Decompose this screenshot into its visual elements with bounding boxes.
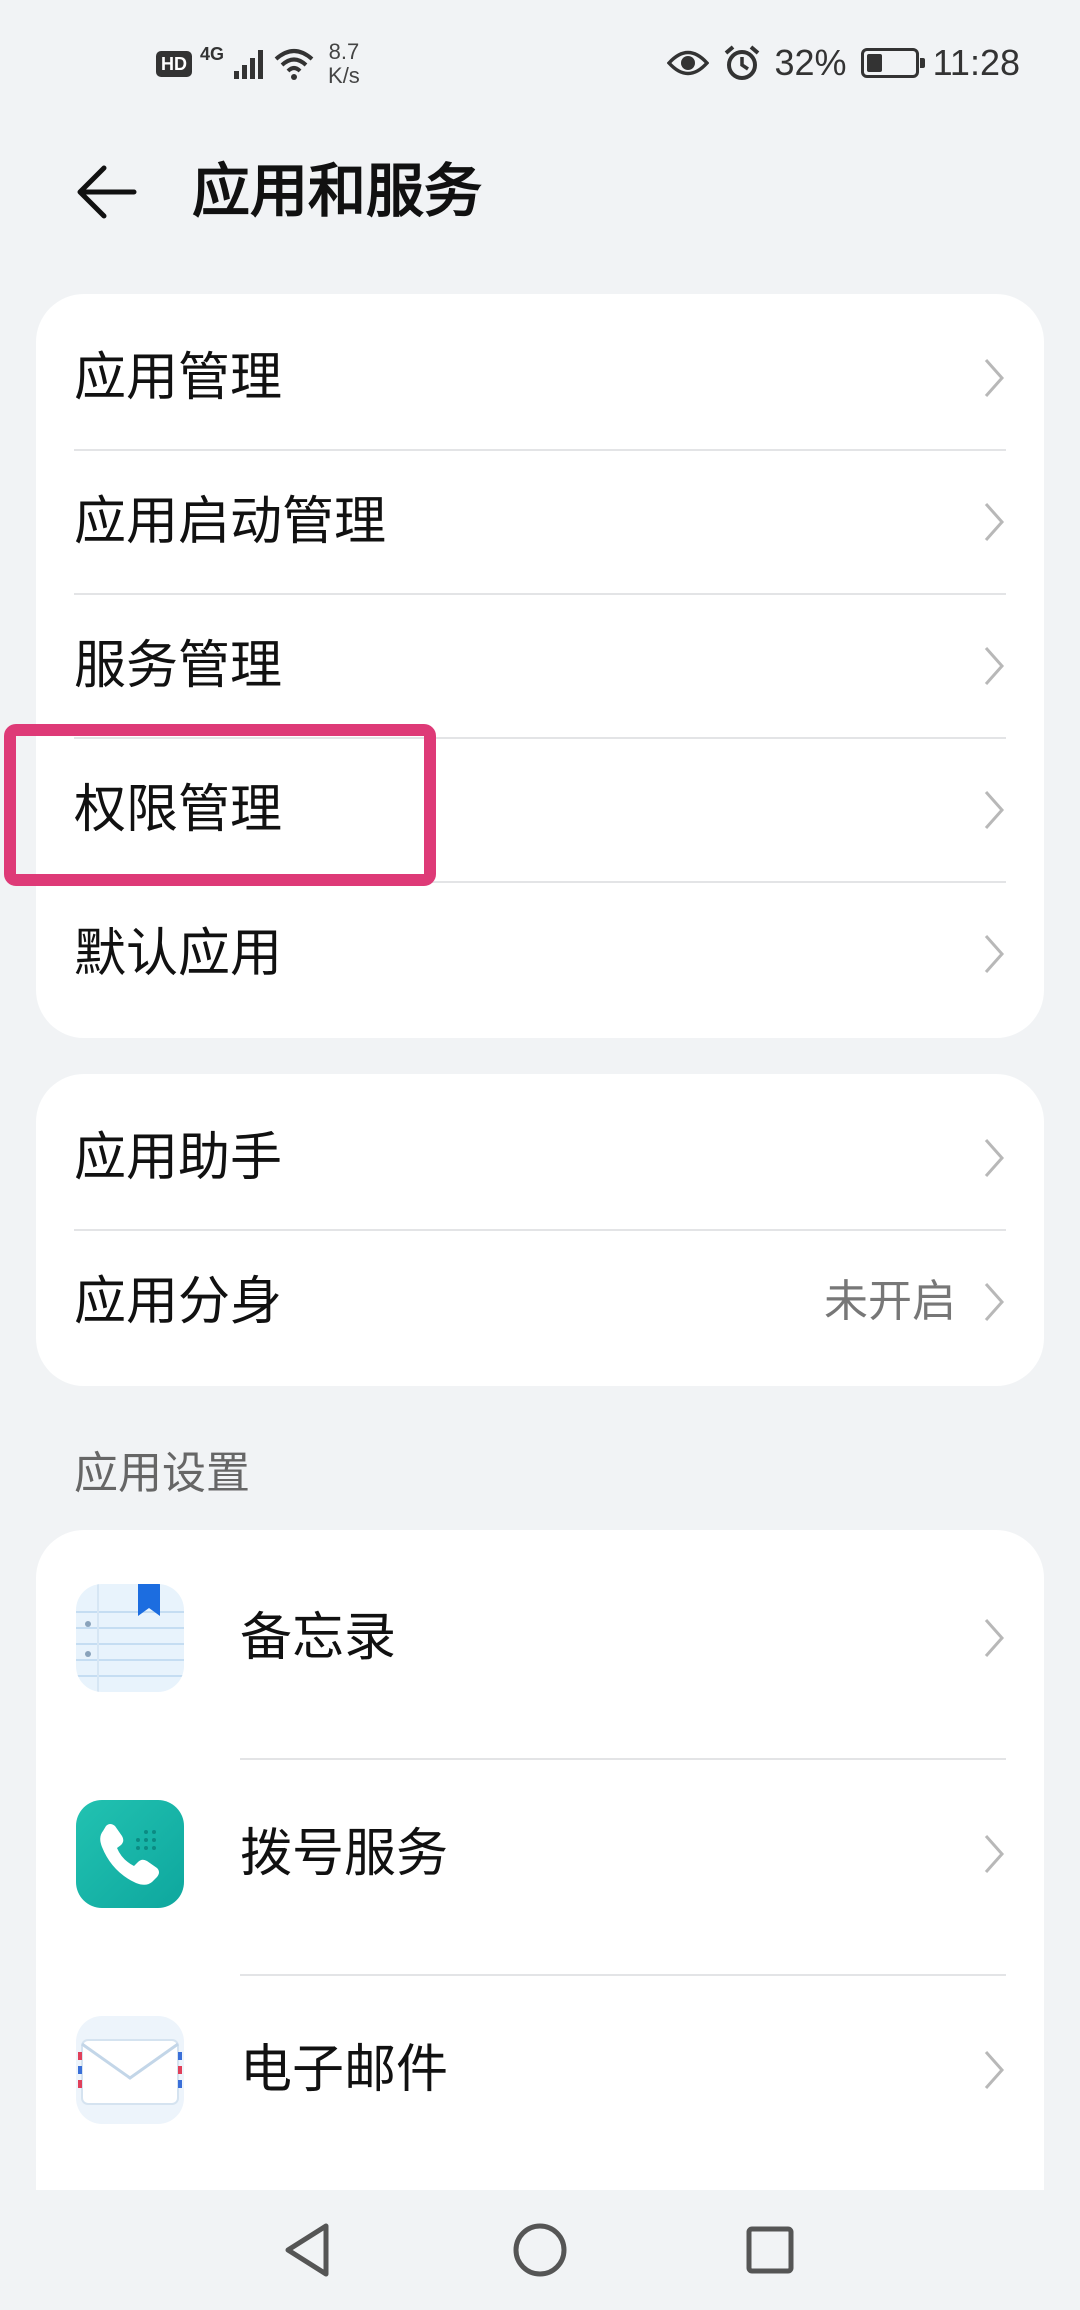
eye-icon — [666, 50, 709, 76]
mail-icon — [76, 2016, 184, 2124]
row-app-launch-management[interactable]: 应用启动管理 — [36, 450, 1044, 594]
page-title: 应用和服务 — [192, 157, 483, 225]
net-speed-value: 8.7 — [328, 39, 360, 64]
row-label: 服务管理 — [74, 636, 283, 696]
navigation-bar — [0, 2190, 1080, 2310]
app-settings-card: 备忘录 拨号服务 电子邮件 — [36, 1530, 1044, 2270]
section-title: 应用设置 — [74, 1448, 250, 1499]
phone-icon — [76, 1800, 184, 1908]
highlight-box — [4, 724, 436, 886]
row-label: 应用分身 — [74, 1272, 283, 1332]
circle-home-icon — [513, 2223, 567, 2277]
back-arrow-icon — [77, 165, 137, 219]
settings-card-1: 应用管理 应用启动管理 服务管理 权限管理 默认应用 — [36, 294, 1044, 1038]
nav-recents-button[interactable] — [730, 2210, 810, 2290]
row-label: 应用管理 — [74, 348, 283, 408]
row-label: 应用助手 — [74, 1128, 283, 1188]
row-default-apps[interactable]: 默认应用 — [36, 882, 1044, 1026]
chevron-right-icon — [984, 647, 1005, 685]
chevron-right-icon — [984, 791, 1005, 829]
net-speed-unit: K/s — [328, 63, 360, 88]
app-label: 拨号服务 — [240, 1824, 449, 1884]
chevron-right-icon — [984, 1139, 1005, 1177]
status-bar: HD 4G 8.7 K/s 32% 11:28 — [0, 0, 1080, 126]
row-label: 默认应用 — [74, 924, 283, 984]
row-service-management[interactable]: 服务管理 — [36, 594, 1044, 738]
row-app-management[interactable]: 应用管理 — [36, 306, 1044, 450]
clock: 11:28 — [932, 42, 1020, 83]
chevron-right-icon — [984, 503, 1005, 541]
notepad-icon — [76, 1584, 184, 1692]
row-value: 未开启 — [824, 1276, 956, 1327]
signal-icon — [234, 50, 264, 79]
chevron-right-icon — [984, 2051, 1005, 2089]
nav-back-button[interactable] — [268, 2210, 348, 2290]
chevron-right-icon — [984, 1619, 1005, 1657]
settings-card-2: 应用助手 应用分身 未开启 — [36, 1074, 1044, 1386]
app-label: 备忘录 — [240, 1608, 397, 1668]
chevron-right-icon — [984, 359, 1005, 397]
battery-percent: 32% — [774, 42, 847, 83]
app-row-dialer[interactable]: 拨号服务 — [36, 1746, 1044, 1962]
chevron-right-icon — [984, 935, 1005, 973]
status-left: HD 4G 8.7 K/s — [156, 36, 360, 92]
net-speed: 8.7 K/s — [328, 40, 360, 88]
app-row-email[interactable]: 电子邮件 — [36, 1962, 1044, 2178]
status-right: 32% 11:28 — [666, 38, 1020, 88]
wifi-icon — [274, 49, 314, 80]
nav-home-button[interactable] — [500, 2210, 580, 2290]
row-label: 应用启动管理 — [74, 492, 387, 552]
network-type: 4G — [200, 44, 225, 64]
battery-icon — [860, 48, 925, 78]
app-label: 电子邮件 — [240, 2040, 449, 2100]
chevron-right-icon — [984, 1835, 1005, 1873]
square-recents-icon — [746, 2226, 794, 2274]
app-row-notepad[interactable]: 备忘录 — [36, 1530, 1044, 1746]
title-bar: 应用和服务 — [0, 126, 1080, 246]
battery-fill — [866, 54, 882, 72]
hd-badge: HD — [156, 51, 192, 77]
row-app-twin[interactable]: 应用分身 未开启 — [36, 1230, 1044, 1374]
row-app-assistant[interactable]: 应用助手 — [36, 1086, 1044, 1230]
triangle-back-icon — [285, 2223, 329, 2277]
back-button[interactable] — [66, 152, 146, 232]
alarm-icon — [724, 45, 759, 80]
chevron-right-icon — [984, 1283, 1005, 1321]
